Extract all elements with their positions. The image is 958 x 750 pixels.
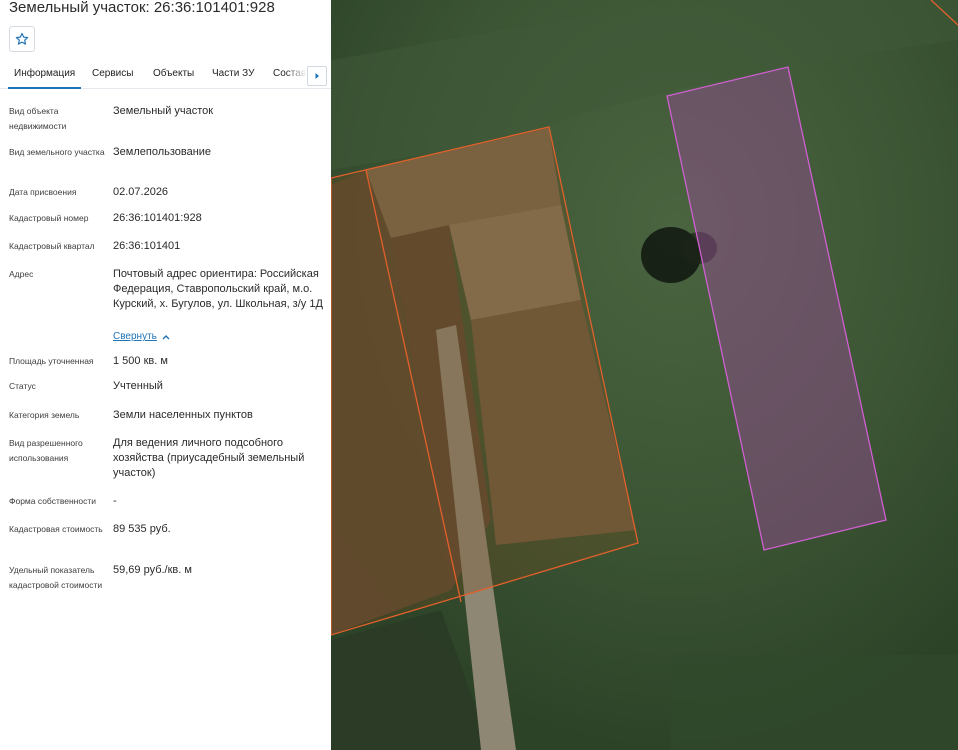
cadastral-number-value: 26:36:101401:928: [113, 212, 202, 224]
permitted-use-label: Вид разрешенного использования: [9, 438, 83, 463]
address-label: Адрес: [9, 269, 34, 279]
chevron-up-icon[interactable]: [162, 334, 170, 340]
ownership-label: Форма собственности: [9, 496, 96, 506]
tab-parts[interactable]: Части ЗУ: [212, 68, 254, 79]
tab-objects[interactable]: Объекты: [153, 68, 194, 79]
land-category-label: Категория земель: [9, 410, 80, 420]
cadastral-quarter-label: Кадастровый квартал: [9, 241, 95, 251]
star-icon: [15, 32, 29, 45]
land-type-label: Вид земельного участка: [9, 147, 105, 157]
assign-date-label: Дата присвоения: [9, 187, 77, 197]
address-value: Почтовый адрес ориентира: Российская Фед…: [113, 268, 323, 310]
specific-value-label: Удельный показатель кадастровой стоимост…: [9, 565, 103, 590]
collapse-link[interactable]: Свернуть: [113, 331, 157, 342]
satellite-map[interactable]: [331, 0, 958, 750]
chevron-right-icon: [315, 73, 319, 79]
permitted-use-value: Для ведения личного подсобного хозяйства…: [113, 437, 305, 479]
status-label: Статус: [9, 381, 36, 391]
page-title: Земельный участок: 26:36:101401:928: [9, 0, 275, 16]
cadastral-value-value: 89 535 руб.: [113, 523, 171, 535]
terrain-patch-field: [671, 655, 958, 750]
area-label: Площадь уточненная: [9, 356, 94, 366]
tab-scroll-button[interactable]: [307, 66, 327, 86]
object-type-label: Вид объекта недвижимости: [9, 106, 67, 131]
cadastral-quarter-value: 26:36:101401: [113, 240, 181, 252]
land-category-value: Земли населенных пунктов: [113, 409, 253, 421]
tab-info[interactable]: Информация: [7, 68, 82, 89]
cadastral-number-label: Кадастровый номер: [9, 213, 89, 223]
tab-bar: Информация Сервисы Объекты Части ЗУ Сост…: [0, 64, 331, 89]
specific-value-value: 59,69 руб./кв. м: [113, 564, 192, 576]
info-panel: Земельный участок: 26:36:101401:928 Инфо…: [0, 0, 331, 750]
land-type-value: Землепользование: [113, 146, 212, 158]
tab-fade: [285, 64, 307, 88]
map-canvas[interactable]: [331, 0, 958, 750]
object-type-value: Земельный участок: [113, 105, 214, 117]
tab-services[interactable]: Сервисы: [92, 68, 133, 79]
ownership-value: -: [113, 495, 117, 507]
assign-date-value: 02.07.2026: [113, 186, 169, 198]
area-value: 1 500 кв. м: [113, 355, 168, 367]
cadastral-value-label: Кадастровая стоимость: [9, 524, 103, 534]
status-value: Учтенный: [113, 380, 163, 392]
favorite-button[interactable]: [9, 26, 35, 52]
